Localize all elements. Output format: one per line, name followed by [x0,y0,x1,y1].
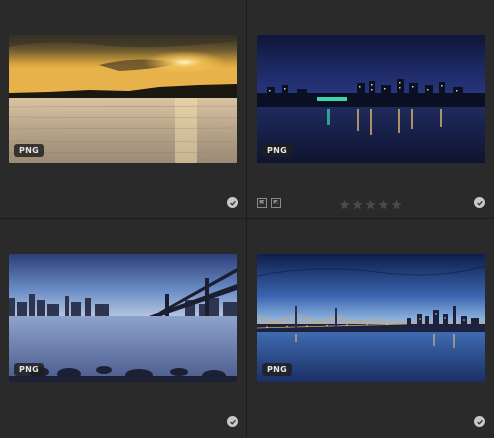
grid-cell[interactable]: PNG [247,219,493,437]
star-icon[interactable] [339,199,350,210]
format-badge: PNG [14,144,45,157]
format-badge: PNG [14,363,45,376]
pick-flag-icon[interactable] [257,198,267,208]
sunset-lake-photo [9,35,237,163]
checkmark-circle-icon[interactable] [474,416,485,427]
grid-cell[interactable]: PNG [0,0,246,218]
checkmark-circle-icon[interactable] [227,416,238,427]
photo-thumbnail[interactable]: PNG [9,254,237,382]
grid-cell[interactable]: PNG [0,219,246,437]
grid-cell[interactable]: PNG [247,0,493,218]
star-icon[interactable] [352,199,363,210]
star-icon[interactable] [365,199,376,210]
photo-thumbnail[interactable]: PNG [257,254,485,382]
bridge-river-dusk-photo [9,254,237,382]
format-badge: PNG [262,144,293,157]
star-icon[interactable] [391,199,402,210]
star-rating[interactable] [339,199,402,210]
checkmark-circle-icon[interactable] [227,197,238,208]
bay-bridge-twilight-photo [257,254,485,382]
checkmark-circle-icon[interactable] [474,197,485,208]
photo-grid: PNG PNG PNG PNG [0,0,494,438]
reject-flag-icon[interactable] [271,198,281,208]
photo-thumbnail[interactable]: PNG [257,35,485,163]
flag-controls [257,198,281,208]
photo-thumbnail[interactable]: PNG [9,35,237,163]
format-badge: PNG [262,363,293,376]
star-icon[interactable] [378,199,389,210]
city-skyline-night-photo [257,35,485,163]
